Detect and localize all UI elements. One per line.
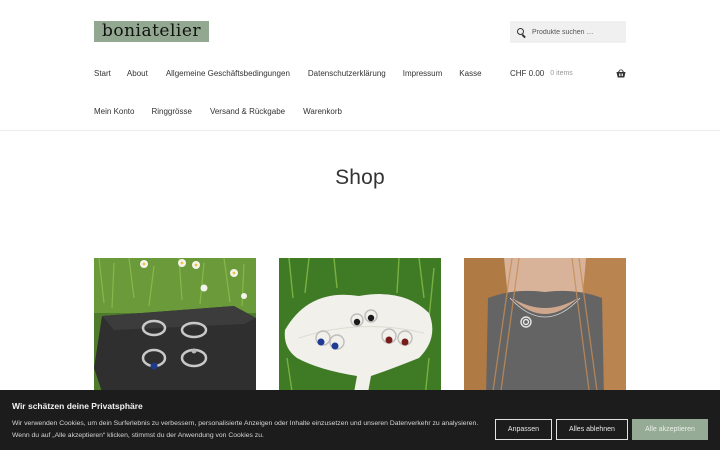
nav-kasse[interactable]: Kasse: [459, 69, 481, 78]
nav-about[interactable]: About: [127, 69, 148, 78]
cookie-text: Wir verwenden Cookies, um dein Surferleb…: [12, 420, 479, 439]
rings-on-slate-image: [94, 258, 256, 398]
product-image-earrings[interactable]: [279, 258, 441, 398]
nav-versand[interactable]: Versand & Rückgabe: [210, 107, 285, 116]
primary-nav-row-2: Mein Konto Ringgrösse Versand & Rückgabe…: [94, 107, 342, 116]
header-cart[interactable]: CHF 0.00 0 items: [510, 69, 626, 78]
nav-agb[interactable]: Allgemeine Geschäftsbedingungen: [166, 69, 290, 78]
product-search[interactable]: [510, 21, 626, 43]
cookie-title: Wir schätzen deine Privatsphäre: [12, 401, 143, 411]
basket-icon: [616, 69, 626, 78]
logo-text: boniatelier: [101, 21, 202, 41]
nav-warenkorb[interactable]: Warenkorb: [303, 107, 342, 116]
primary-nav-row-1: Start About Allgemeine Geschäftsbedingun…: [94, 69, 482, 78]
nav-start[interactable]: Start: [94, 69, 111, 78]
cookie-customize-button[interactable]: Anpassen: [495, 419, 552, 440]
search-icon: [517, 27, 526, 37]
earrings-on-ginkgo-dish-image: [279, 258, 441, 398]
cart-total: CHF 0.00: [510, 69, 545, 78]
site-logo[interactable]: boniatelier: [94, 21, 209, 42]
site-header: boniatelier Start About Allgemeine Gesch…: [0, 0, 720, 131]
cookie-reject-button[interactable]: Alles ablehnen: [556, 419, 628, 440]
search-input[interactable]: [532, 28, 622, 36]
product-image-rings[interactable]: [94, 258, 256, 398]
nav-impressum[interactable]: Impressum: [403, 69, 443, 78]
nav-datenschutz[interactable]: Datenschutzerklärung: [308, 69, 386, 78]
cart-item-count: 0 items: [550, 70, 573, 77]
nav-mein-konto[interactable]: Mein Konto: [94, 107, 134, 116]
product-image-necklace[interactable]: [464, 258, 626, 398]
page-title: Shop: [335, 166, 385, 189]
cookie-accept-button[interactable]: Alle akzeptieren: [632, 419, 708, 440]
nav-ringgroesse[interactable]: Ringgrösse: [151, 107, 191, 116]
spiral-necklace-image: [464, 258, 626, 398]
